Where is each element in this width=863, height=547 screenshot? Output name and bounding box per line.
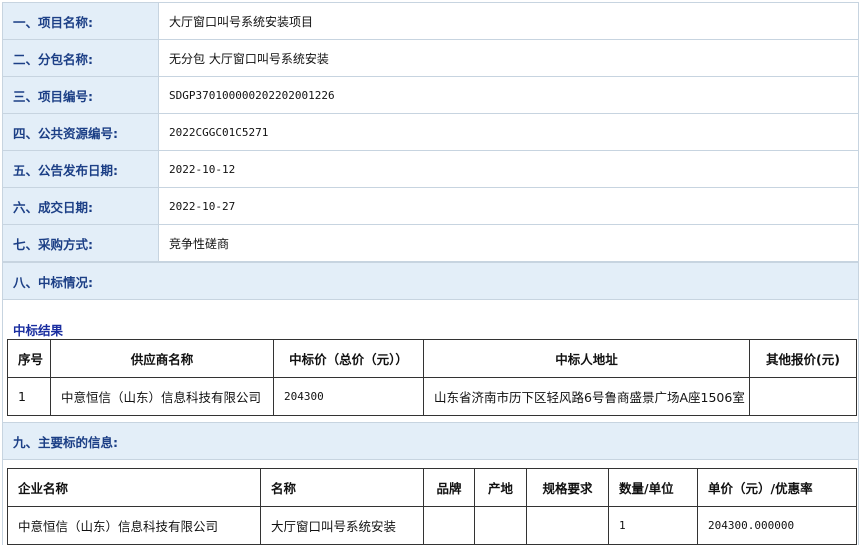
table-cell xyxy=(423,506,475,545)
section-heading: 九、主要标的信息: xyxy=(2,422,859,460)
table-cell xyxy=(749,377,857,416)
column-header: 供应商名称 xyxy=(50,339,274,378)
info-label: 七、采购方式: xyxy=(2,224,159,262)
section-items-heading: 九、主要标的信息: xyxy=(2,422,859,460)
column-header: 规格要求 xyxy=(526,468,609,507)
column-header: 序号 xyxy=(7,339,51,378)
table-cell: 中意恒信（山东）信息科技有限公司 xyxy=(7,506,261,545)
table-cell xyxy=(474,506,527,545)
info-label: 一、项目名称: xyxy=(2,2,159,40)
column-header: 产地 xyxy=(474,468,527,507)
info-value: 2022-10-27 xyxy=(158,187,859,225)
info-row: 一、项目名称: 大厅窗口叫号系统安装项目 xyxy=(2,2,859,40)
table-header-row: 企业名称 名称 品牌 产地 规格要求 数量/单位 单价（元）/优惠率 xyxy=(7,468,857,507)
column-header: 数量/单位 xyxy=(608,468,698,507)
column-header: 企业名称 xyxy=(7,468,261,507)
award-table: 序号 供应商名称 中标价（总价（元）） 中标人地址 其他报价(元) 1 中意恒信… xyxy=(7,339,857,416)
info-value: SDGP370100000202202001226 xyxy=(158,76,859,114)
table-row: 1 中意恒信（山东）信息科技有限公司 204300 山东省济南市历下区轻风路6号… xyxy=(7,377,857,416)
info-row: 五、公告发布日期: 2022-10-12 xyxy=(2,150,859,188)
table-cell: 204300 xyxy=(273,377,424,416)
table-cell xyxy=(526,506,609,545)
info-value: 大厅窗口叫号系统安装项目 xyxy=(158,2,859,40)
info-row: 二、分包名称: 无分包 大厅窗口叫号系统安装 xyxy=(2,39,859,77)
info-label: 四、公共资源编号: xyxy=(2,113,159,151)
info-label: 三、项目编号: xyxy=(2,76,159,114)
info-row: 七、采购方式: 竞争性磋商 xyxy=(2,224,859,262)
award-title: 中标结果 xyxy=(13,323,64,338)
items-section: 企业名称 名称 品牌 产地 规格要求 数量/单位 单价（元）/优惠率 中意恒信（… xyxy=(2,460,859,545)
table-cell: 1 xyxy=(608,506,698,545)
column-header: 单价（元）/优惠率 xyxy=(697,468,857,507)
notice-content: 一、项目名称: 大厅窗口叫号系统安装项目 二、分包名称: 无分包 大厅窗口叫号系… xyxy=(2,2,859,545)
section-award-heading: 八、中标情况: xyxy=(2,262,859,300)
column-header: 名称 xyxy=(260,468,424,507)
info-row: 六、成交日期: 2022-10-27 xyxy=(2,187,859,225)
column-header: 中标价（总价（元）） xyxy=(273,339,424,378)
column-header: 中标人地址 xyxy=(423,339,750,378)
table-cell: 中意恒信（山东）信息科技有限公司 xyxy=(50,377,274,416)
section-heading: 八、中标情况: xyxy=(2,262,859,300)
info-value: 2022-10-12 xyxy=(158,150,859,188)
table-cell: 山东省济南市历下区轻风路6号鲁商盛景广场A座1506室 xyxy=(423,377,750,416)
info-row: 三、项目编号: SDGP370100000202202001226 xyxy=(2,76,859,114)
table-cell: 1 xyxy=(7,377,51,416)
info-label: 六、成交日期: xyxy=(2,187,159,225)
table-cell: 204300.000000 xyxy=(697,506,857,545)
table-cell: 大厅窗口叫号系统安装 xyxy=(260,506,424,545)
info-label: 五、公告发布日期: xyxy=(2,150,159,188)
award-section: 中标结果 序号 供应商名称 中标价（总价（元）） 中标人地址 其他报价(元) 1… xyxy=(2,300,859,422)
column-header: 品牌 xyxy=(423,468,475,507)
info-label: 二、分包名称: xyxy=(2,39,159,77)
table-row: 中意恒信（山东）信息科技有限公司 大厅窗口叫号系统安装 1 204300.000… xyxy=(7,506,857,545)
items-table: 企业名称 名称 品牌 产地 规格要求 数量/单位 单价（元）/优惠率 中意恒信（… xyxy=(7,468,857,545)
info-value: 无分包 大厅窗口叫号系统安装 xyxy=(158,39,859,77)
table-header-row: 序号 供应商名称 中标价（总价（元）） 中标人地址 其他报价(元) xyxy=(7,339,857,378)
info-row: 四、公共资源编号: 2022CGGC01C5271 xyxy=(2,113,859,151)
info-value: 2022CGGC01C5271 xyxy=(158,113,859,151)
project-info-table: 一、项目名称: 大厅窗口叫号系统安装项目 二、分包名称: 无分包 大厅窗口叫号系… xyxy=(2,2,859,262)
info-value: 竞争性磋商 xyxy=(158,224,859,262)
column-header: 其他报价(元) xyxy=(749,339,857,378)
